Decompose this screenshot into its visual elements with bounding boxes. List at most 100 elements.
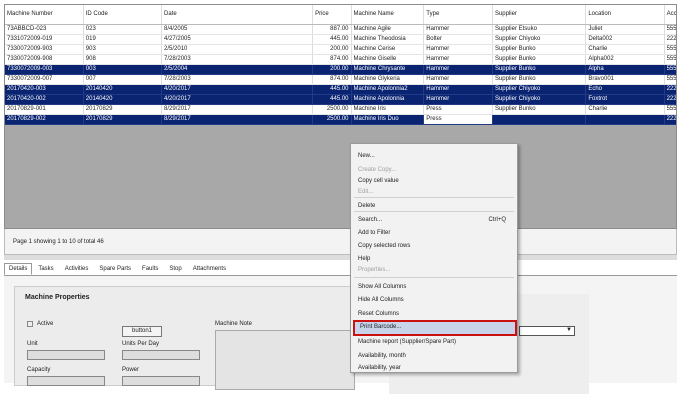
table-cell[interactable]: Bolter xyxy=(423,34,493,45)
table-row[interactable]: 7330072009-003 003 2/5/2004 200.00 Machine C… xyxy=(5,64,676,75)
table-cell[interactable]: Hammer xyxy=(423,24,493,35)
table-cell[interactable]: Hammer xyxy=(423,44,493,55)
table-row[interactable]: 7330072009-903 903 2/5/2010 200.00 Machine C… xyxy=(5,44,676,55)
menu-item-search[interactable]: Search... Ctrl+Q xyxy=(354,215,514,225)
table-cell[interactable]: 7330072009-903 xyxy=(5,44,84,55)
table-cell[interactable]: Supplier Bunko xyxy=(492,104,587,115)
table-cell[interactable]: 445.00 xyxy=(312,34,352,45)
table-cell[interactable]: Press xyxy=(423,104,493,115)
tab-tasks[interactable]: Tasks xyxy=(33,263,58,275)
table-cell[interactable]: 73ABBCD-023 xyxy=(5,24,84,35)
menu-item-availability-year[interactable]: Availability, year xyxy=(354,363,514,373)
menu-item-copy-cell-value[interactable]: Copy cell value xyxy=(354,176,514,186)
tab-activities[interactable]: Activities xyxy=(60,263,94,275)
table-cell[interactable]: Hammer xyxy=(423,94,493,105)
table-cell[interactable]: 4/27/2005 xyxy=(161,34,314,45)
table-cell[interactable]: Alpha002 xyxy=(585,54,665,65)
table-cell[interactable]: Machine Apolonnia xyxy=(351,94,425,105)
table-cell[interactable]: Charlie xyxy=(585,44,665,55)
table-cell[interactable]: Supplier Chiyoko xyxy=(492,94,587,105)
column-header[interactable]: Location xyxy=(585,5,665,25)
table-cell[interactable]: 555-666-777-888 xyxy=(664,104,676,115)
table-cell[interactable]: Supplier Bunko xyxy=(492,54,587,65)
table-cell[interactable]: Supplier Bunko xyxy=(492,64,587,75)
table-cell[interactable]: 222-333-444-555 xyxy=(664,94,676,105)
menu-item-hide-all-columns[interactable]: Hide All Columns xyxy=(354,295,514,305)
table-cell[interactable]: 003 xyxy=(83,64,163,75)
table-cell[interactable]: 222-333-444-555 xyxy=(664,34,676,45)
table-cell[interactable]: Machine Theodosia xyxy=(351,34,425,45)
table-cell[interactable]: 908 xyxy=(83,54,163,65)
table-cell[interactable]: 7/28/2003 xyxy=(161,74,314,85)
table-row[interactable]: 73ABBCD-023 023 8/4/2005 887.00 Machine Agil… xyxy=(5,24,676,35)
tab-spare-parts[interactable]: Spare Parts xyxy=(94,263,136,275)
button1[interactable]: button1 xyxy=(122,326,162,337)
table-row[interactable]: 20170829-002 20170829 8/29/2017 2500.00 Mach… xyxy=(5,113,676,125)
tab-attachments[interactable]: Attachments xyxy=(188,263,231,275)
column-header[interactable]: Machine Number xyxy=(5,5,84,25)
capacity-field[interactable] xyxy=(27,376,105,386)
table-cell[interactable]: 019 xyxy=(83,34,163,45)
table-cell[interactable]: Machine Cerise xyxy=(351,44,425,55)
table-cell[interactable]: Hammer xyxy=(423,64,493,75)
table-cell[interactable]: 874.00 xyxy=(312,54,352,65)
column-header[interactable]: Machine Name xyxy=(351,5,425,25)
table-cell[interactable]: Foxtrot xyxy=(585,94,665,105)
table-cell[interactable]: Machine Iris xyxy=(351,104,425,115)
table-cell[interactable]: 2500.00 xyxy=(312,114,352,125)
column-header[interactable]: Price xyxy=(312,5,352,25)
table-cell[interactable]: 20170420-002 xyxy=(5,94,84,105)
table-cell[interactable]: 2500.00 xyxy=(312,104,352,115)
table-cell[interactable]: 20140420 xyxy=(83,94,163,105)
table-cell[interactable]: 555-666-777-888 xyxy=(664,24,676,35)
table-cell[interactable]: 4/20/2017 xyxy=(161,84,314,95)
table-cell[interactable]: 20140420 xyxy=(83,84,163,95)
table-cell[interactable]: 8/4/2005 xyxy=(161,24,314,35)
table-cell[interactable]: 887.00 xyxy=(312,24,352,35)
menu-item-reset-columns[interactable]: Reset Columns xyxy=(354,309,514,319)
units-per-day-field[interactable] xyxy=(122,350,200,360)
table-cell[interactable]: Echo xyxy=(585,84,665,95)
table-cell[interactable]: 555-666-777-888 xyxy=(664,44,676,55)
table-cell[interactable]: 20170829-002 xyxy=(5,114,84,125)
table-cell[interactable]: 7/28/2003 xyxy=(161,54,314,65)
table-cell[interactable]: 20170829 xyxy=(83,114,163,125)
table-row[interactable]: 7330072009-007 007 7/28/2003 874.00 Machine … xyxy=(5,74,676,85)
table-cell[interactable]: Supplier Bunko xyxy=(492,74,587,85)
active-checkbox[interactable] xyxy=(27,321,33,327)
table-cell[interactable]: 8/29/2017 xyxy=(161,104,314,115)
table-cell[interactable]: 874.00 xyxy=(312,74,352,85)
table-row[interactable]: 20170420-002 20140420 4/20/2017 445.00 Machi… xyxy=(5,94,676,105)
machines-grid[interactable]: Machine Number ID Code Date Price Machine Na… xyxy=(4,4,677,229)
table-cell[interactable]: 2/5/2004 xyxy=(161,64,314,75)
menu-item-help[interactable]: Help xyxy=(354,254,514,264)
column-header[interactable]: Account Number xyxy=(664,5,676,25)
tab-stop[interactable]: Stop xyxy=(164,263,186,275)
table-cell[interactable]: Delta002 xyxy=(585,34,665,45)
column-header[interactable]: Type xyxy=(423,5,493,25)
table-cell[interactable]: Machine Giselle xyxy=(351,54,425,65)
table-cell[interactable]: Machine Iris Duo xyxy=(351,114,425,125)
menu-item-availability-month[interactable]: Availability, month xyxy=(354,351,514,361)
table-cell[interactable]: Juliet xyxy=(585,24,665,35)
splitter[interactable] xyxy=(4,255,677,260)
table-cell[interactable]: Hammer xyxy=(423,74,493,85)
table-cell[interactable]: 555-666-777-888 xyxy=(664,54,676,65)
column-header[interactable]: ID Code xyxy=(83,5,163,25)
table-cell[interactable]: 903 xyxy=(83,44,163,55)
table-cell[interactable]: Hammer xyxy=(423,84,493,95)
table-cell[interactable]: 7330072009-007 xyxy=(5,74,84,85)
table-cell[interactable]: 8/29/2017 xyxy=(161,114,314,125)
tab-details[interactable]: Details xyxy=(4,263,33,275)
machine-note-field[interactable] xyxy=(215,330,355,390)
table-cell[interactable]: 555-666-777-888 xyxy=(664,74,676,85)
table-cell[interactable]: Supplier Chiyoko xyxy=(492,34,587,45)
table-cell[interactable]: 445.00 xyxy=(312,84,352,95)
table-row[interactable]: 20170420-003 20140420 4/20/2017 445.00 Machi… xyxy=(5,84,676,95)
column-header[interactable]: Date xyxy=(161,5,314,25)
table-cell[interactable] xyxy=(492,114,587,125)
table-cell[interactable]: 7330072009-003 xyxy=(5,64,84,75)
table-cell[interactable]: 2/5/2010 xyxy=(161,44,314,55)
menu-item-copy-selected-rows[interactable]: Copy selected rows xyxy=(354,241,514,251)
table-cell[interactable]: Machine Glykeria xyxy=(351,74,425,85)
